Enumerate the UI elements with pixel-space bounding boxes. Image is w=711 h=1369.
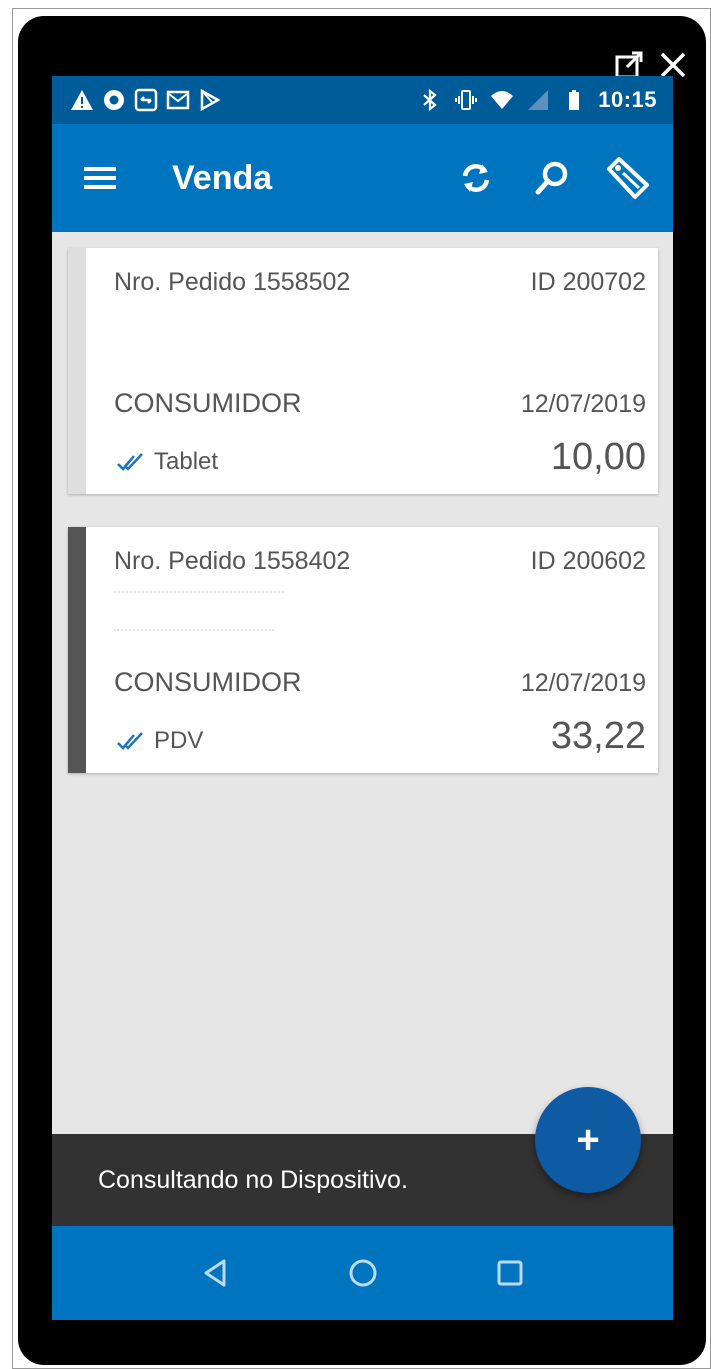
sync-box-icon [134,88,158,112]
order-id: ID 200702 [530,268,646,296]
order-total: 33,22 [550,715,646,757]
menu-icon[interactable] [82,160,118,196]
customer-name: CONSUMIDOR [114,667,302,697]
back-icon[interactable] [198,1255,234,1291]
double-check-icon [117,732,143,750]
order-status-stripe [68,248,86,494]
play-store-icon [200,88,221,112]
android-nav-bar [52,1226,673,1320]
order-card[interactable]: Nro. Pedido 1558402 ID 200602 CONSUMIDOR… [68,527,658,773]
phone-screen: 10:15 Venda Nro. Pedido 1558502 ID 20070… [52,76,673,1320]
customer-name: CONSUMIDOR [114,388,302,418]
no-signal-icon [528,90,549,110]
page-title: Venda [172,158,273,197]
order-source: PDV [116,727,203,755]
order-number: Nro. Pedido 1558402 [114,547,351,575]
price-tag-icon[interactable] [605,155,651,201]
recents-icon[interactable] [492,1255,528,1291]
order-date: 12/07/2019 [520,669,646,697]
snackbar-message: Consultando no Dispositivo. [98,1165,408,1194]
app-bar: Venda [52,124,673,232]
vibrate-icon [455,90,478,110]
battery-icon [569,90,580,110]
sync-icon[interactable] [453,155,499,201]
order-source-label: Tablet [154,448,219,475]
placeholder-line [114,629,274,631]
record-icon [104,90,124,110]
home-icon[interactable] [345,1255,381,1291]
order-date: 12/07/2019 [520,390,646,418]
bluetooth-icon [423,88,437,112]
order-id: ID 200602 [530,547,646,575]
order-source: Tablet [116,448,218,476]
order-card[interactable]: Nro. Pedido 1558502 ID 200702 CONSUMIDOR… [68,248,658,494]
placeholder-line [114,591,284,593]
order-status-stripe [68,527,86,773]
wifi-icon [491,91,514,109]
warning-icon [71,90,93,110]
search-icon[interactable] [529,155,575,201]
order-source-label: PDV [154,727,204,754]
order-total: 10,00 [550,436,646,478]
mail-icon [166,90,190,110]
double-check-icon [117,453,143,471]
add-order-button[interactable]: + [535,1087,641,1193]
status-bar: 10:15 [52,76,673,124]
order-number: Nro. Pedido 1558502 [114,268,351,296]
status-clock: 10:15 [598,87,657,112]
